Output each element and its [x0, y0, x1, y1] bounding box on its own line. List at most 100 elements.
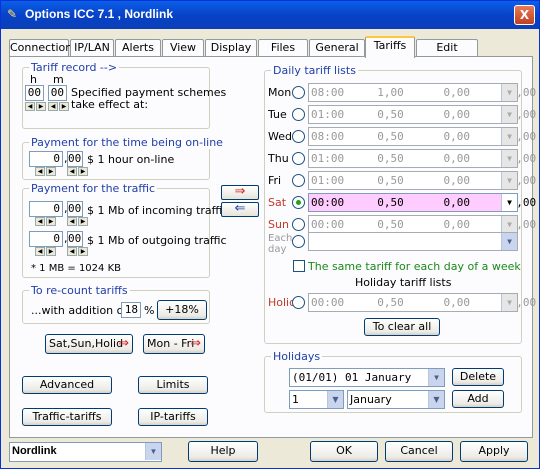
traffic-payment-legend: Payment for the traffic: [29, 182, 158, 195]
chevron-down-icon[interactable]: ▼: [145, 443, 161, 460]
day-radio-sat[interactable]: [292, 196, 305, 209]
percent-label: %: [144, 304, 155, 317]
each-day-combo[interactable]: ▼: [308, 232, 518, 251]
close-button[interactable]: X: [514, 5, 535, 25]
day-label-mon: Mon: [268, 86, 292, 99]
copy-left-button[interactable]: ⇐: [221, 202, 259, 217]
day-radio-fri[interactable]: [292, 174, 305, 187]
traffic-tariffs-button[interactable]: Traffic-tariffs: [22, 408, 112, 426]
chevron-down-icon[interactable]: ▼: [501, 233, 517, 250]
tab-tariffs[interactable]: Tariffs: [365, 36, 415, 58]
holiday-day-combo[interactable]: 1 ▼: [289, 390, 344, 409]
day-combo-sat[interactable]: 00:00 0,50 0,00 0,00 ▼: [308, 193, 536, 212]
traffic-note: * 1 MB = 1024 KB: [31, 263, 121, 274]
minute-spin[interactable]: ◀ ▶: [48, 102, 69, 111]
help-button[interactable]: Help: [188, 441, 258, 462]
holiday-selected: (01/01) 01 January: [292, 371, 412, 384]
mon-fri-label: Mon - Fri: [147, 337, 195, 350]
holid-combo[interactable]: 00:00 0,50 0,00 0,00 ▼: [308, 293, 536, 312]
day-radio-tue[interactable]: [292, 108, 305, 121]
online-int-spin[interactable]: ◀ ▶: [35, 167, 56, 176]
chevron-down-icon[interactable]: ▼: [501, 194, 517, 211]
apply-button[interactable]: Apply: [460, 441, 528, 462]
recount-legend: To re-count tariffs: [29, 284, 130, 297]
clear-all-button[interactable]: To clear all: [364, 318, 440, 336]
day-radio-mon[interactable]: [292, 86, 305, 99]
tab-general[interactable]: General: [309, 39, 365, 57]
day-combo-mon[interactable]: 08:00 1,00 0,00 0,00 ▼: [308, 83, 536, 102]
minute-input[interactable]: 00: [48, 85, 67, 101]
chevron-down-icon[interactable]: ▼: [501, 172, 517, 189]
traffic-out-int-spin[interactable]: ◀ ▶: [35, 247, 56, 256]
traffic-in-int-input[interactable]: 0: [29, 201, 63, 217]
hour-spin[interactable]: ◀ ▶: [25, 102, 46, 111]
holiday-day: 1: [292, 393, 299, 406]
same-tariff-checkbox[interactable]: [293, 260, 305, 272]
limits-button[interactable]: Limits: [138, 376, 208, 394]
traffic-out-int-input[interactable]: 0: [29, 231, 63, 247]
advanced-button[interactable]: Advanced: [22, 376, 112, 394]
options-window: ✎ Options ICC 7.1 , Nordlink X Connectio…: [0, 0, 540, 469]
ip-tariffs-button[interactable]: IP-tariffs: [138, 408, 208, 426]
title-bar: ✎ Options ICC 7.1 , Nordlink X: [1, 1, 539, 29]
holiday-combo[interactable]: (01/01) 01 January ▼: [289, 368, 445, 387]
chevron-down-icon[interactable]: ▼: [428, 391, 444, 408]
cancel-button[interactable]: Cancel: [385, 441, 453, 462]
copy-right-button[interactable]: ⇒: [221, 185, 259, 200]
chevron-down-icon[interactable]: ▼: [501, 216, 517, 233]
traffic-in-int-spin[interactable]: ◀ ▶: [35, 217, 56, 226]
chevron-down-icon[interactable]: ▼: [501, 150, 517, 167]
traffic-in-frac-input[interactable]: 00: [67, 201, 83, 217]
traffic-in-desc: $ 1 Mb of incoming traffic: [87, 204, 229, 217]
holidays-legend: Holidays: [271, 350, 323, 363]
day-radio-sun[interactable]: [292, 218, 305, 231]
tab-edit[interactable]: Edit: [416, 39, 478, 57]
add-button[interactable]: Add: [452, 390, 504, 408]
tab-view[interactable]: View: [162, 39, 204, 57]
tab-connection[interactable]: Connection: [9, 39, 72, 57]
online-desc: $ 1 hour on-line: [87, 153, 175, 166]
hour-input[interactable]: 00: [25, 85, 44, 101]
recount-button[interactable]: +18%: [157, 300, 207, 320]
mon-fri-button[interactable]: Mon - Fri ⇒: [143, 334, 205, 354]
online-int-input[interactable]: 0: [29, 151, 63, 167]
chevron-down-icon[interactable]: ▼: [501, 128, 517, 145]
day-combo-tue[interactable]: 01:00 0,50 0,00 0,00 ▼: [308, 105, 536, 124]
chevron-down-icon[interactable]: ▼: [428, 369, 444, 386]
traffic-out-frac-input[interactable]: 00: [67, 231, 83, 247]
recount-input[interactable]: 18: [121, 302, 141, 318]
ok-button[interactable]: OK: [310, 441, 378, 462]
profile-combo[interactable]: Nordlink ▼: [9, 442, 162, 462]
sat-sun-holid-label: Sat,Sun,Holid: [49, 337, 124, 350]
day-combo-fri[interactable]: 01:00 0,50 0,00 0,00 ▼: [308, 171, 536, 190]
day-combo-thu[interactable]: 01:00 0,50 0,00 0,00 ▼: [308, 149, 536, 168]
chevron-down-icon[interactable]: ▼: [327, 391, 343, 408]
chevron-down-icon[interactable]: ▼: [501, 294, 517, 311]
each-day-label-2: day: [268, 244, 287, 255]
tab-alerts[interactable]: Alerts: [115, 39, 161, 57]
day-radio-wed[interactable]: [292, 130, 305, 143]
online-frac-input[interactable]: 00: [67, 151, 83, 167]
day-combo-wed[interactable]: 08:00 0,50 0,00 0,00 ▼: [308, 127, 536, 146]
right-arrow-icon: ⇒: [118, 336, 129, 351]
day-radio-thu[interactable]: [292, 152, 305, 165]
tab-display[interactable]: Display: [205, 39, 257, 57]
delete-button[interactable]: Delete: [452, 368, 504, 386]
chevron-down-icon[interactable]: ▼: [501, 106, 517, 123]
holid-radio[interactable]: [292, 296, 305, 309]
online-payment-group: Payment for the time being on-line 0 , 0…: [22, 136, 225, 180]
online-payment-legend: Payment for the time being on-line: [29, 136, 225, 149]
recount-prefix: ...with addition of: [31, 304, 128, 317]
holiday-month-combo[interactable]: January ▼: [347, 390, 445, 409]
sat-sun-holid-button[interactable]: Sat,Sun,Holid ⇒: [45, 334, 133, 354]
each-day-radio[interactable]: [292, 235, 305, 248]
online-frac-spin[interactable]: ◀ ▶: [67, 167, 88, 176]
traffic-out-frac-spin[interactable]: ◀ ▶: [67, 247, 88, 256]
tab-files[interactable]: Files: [258, 39, 308, 57]
each-day-label-1: Each: [268, 233, 293, 244]
traffic-out-desc: $ 1 Mb of outgoing traffic: [87, 234, 227, 247]
right-arrow-icon: ⇒: [190, 336, 201, 351]
tab-ip-lan[interactable]: IP/LAN: [70, 39, 114, 57]
chevron-down-icon[interactable]: ▼: [501, 84, 517, 101]
traffic-in-frac-spin[interactable]: ◀ ▶: [67, 217, 88, 226]
